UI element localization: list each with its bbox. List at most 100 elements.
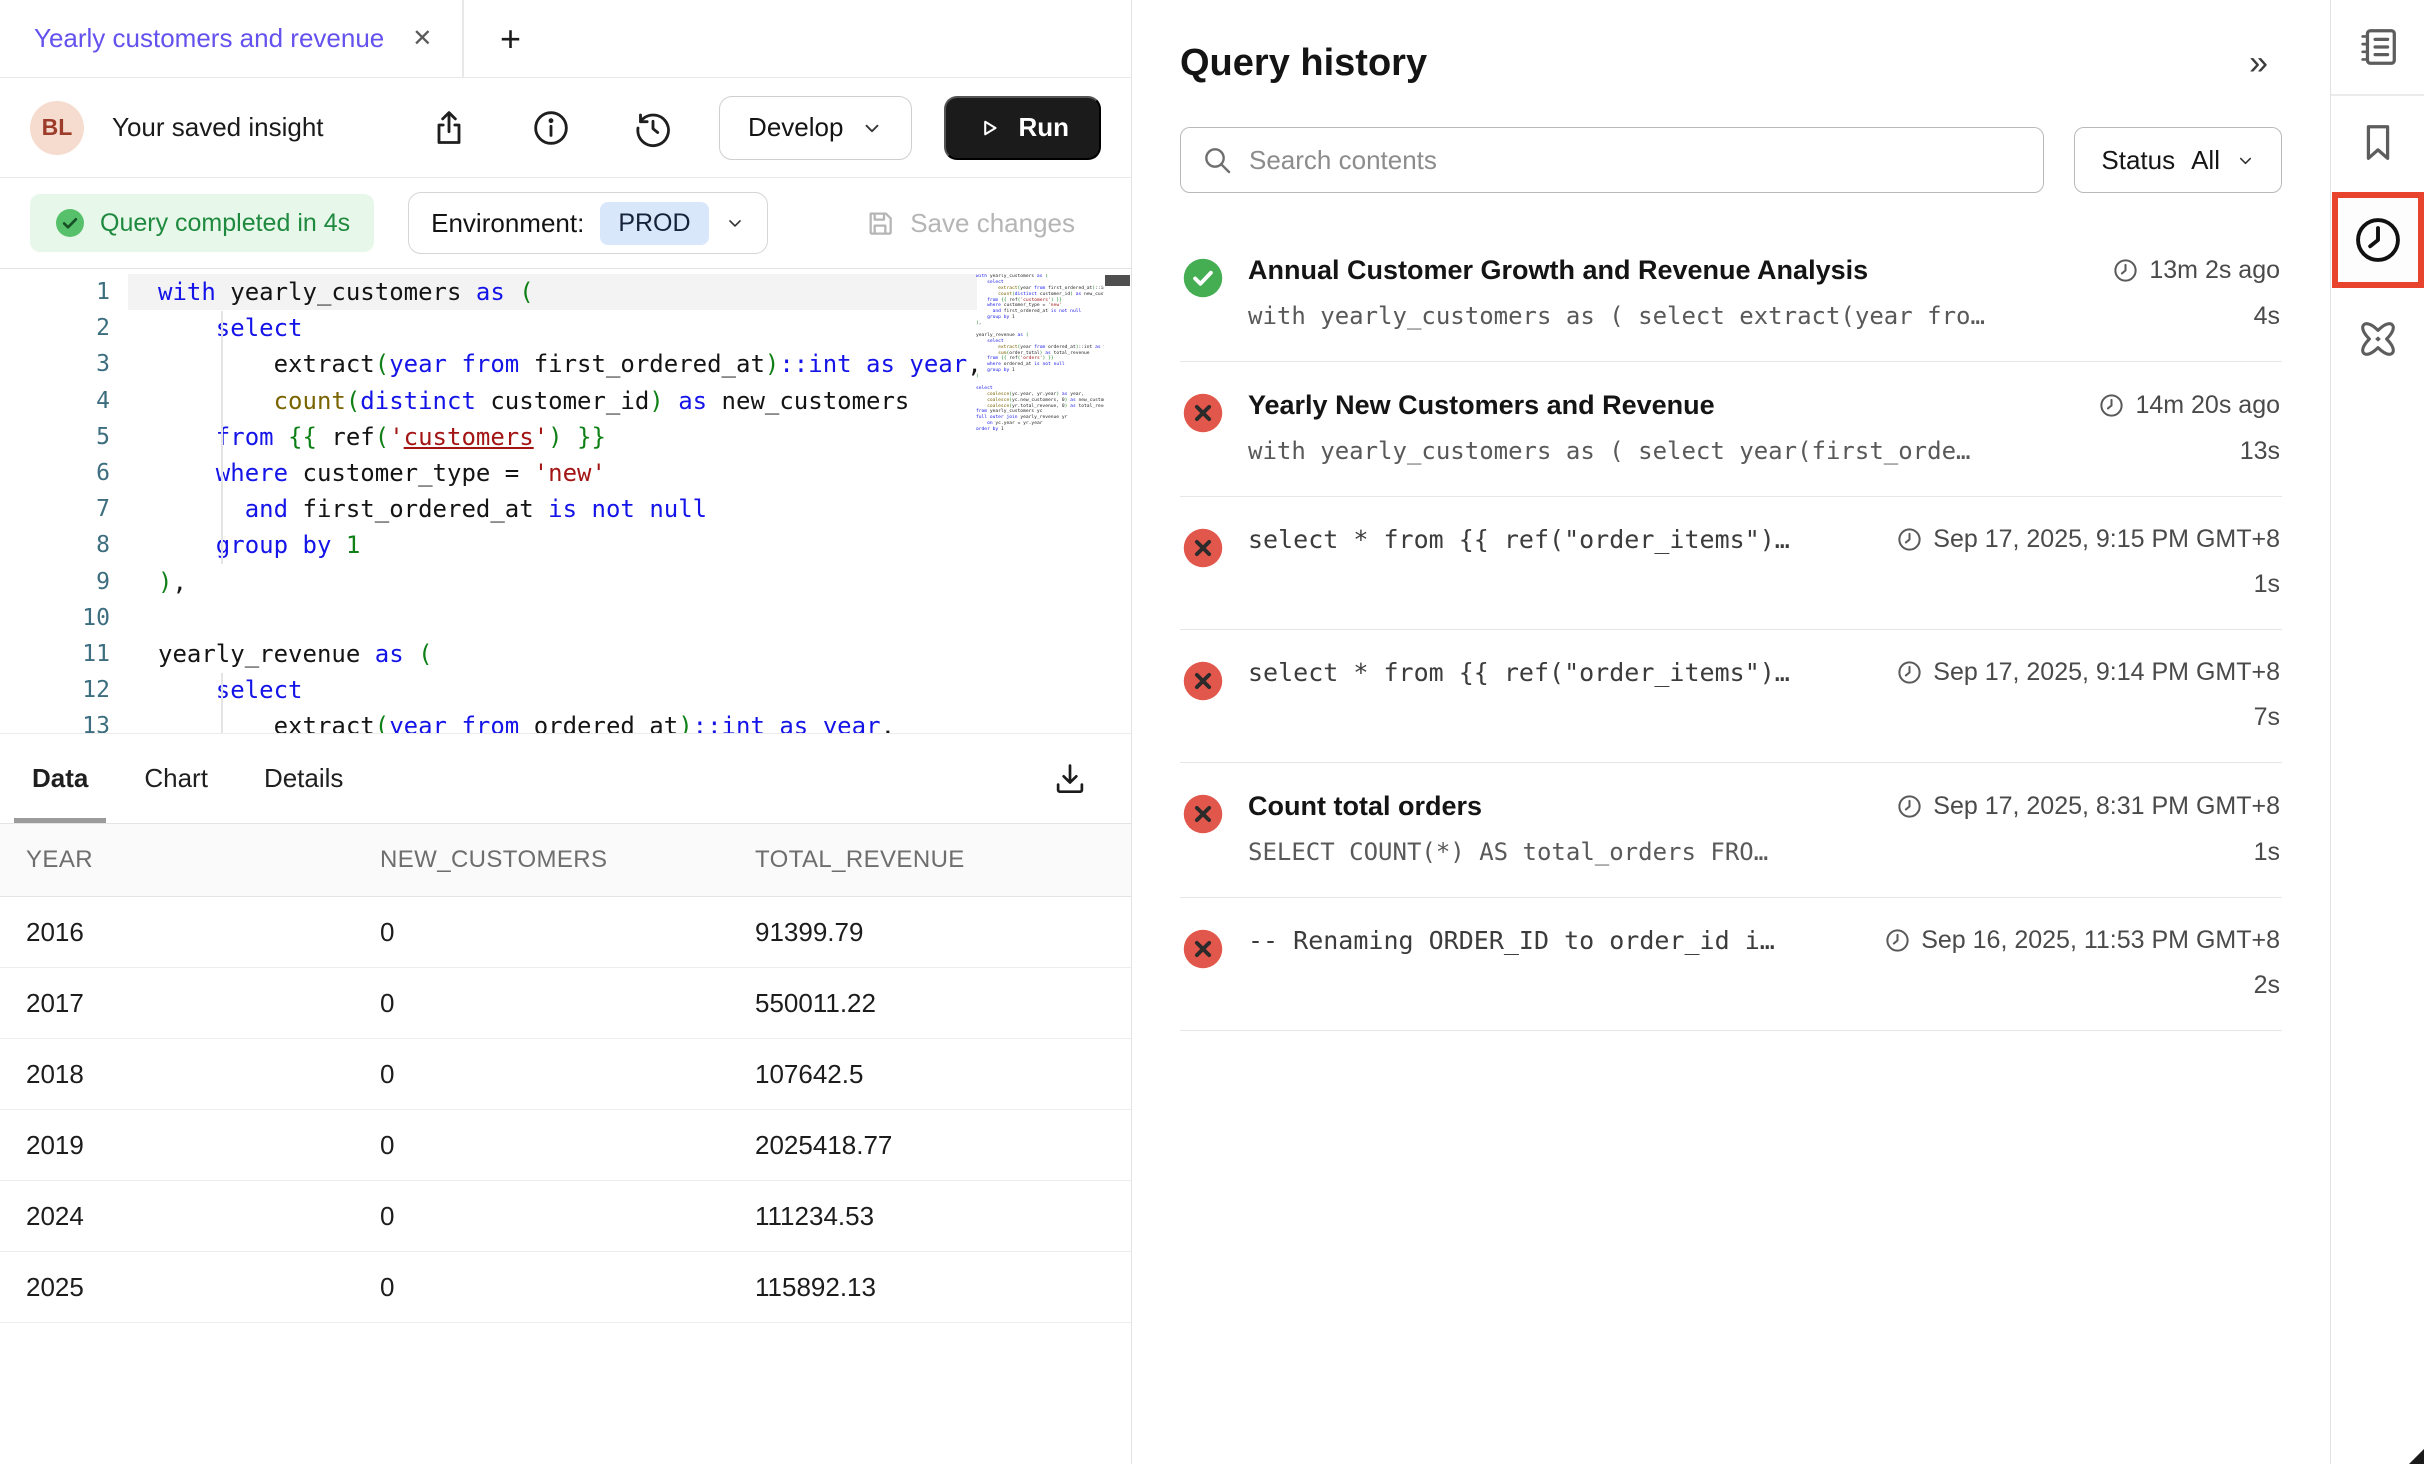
history-item[interactable]: Yearly New Customers and Revenue 14m 20s … [1180, 362, 2282, 497]
table-cell: 0 [380, 1110, 755, 1181]
table-cell: 91399.79 [755, 897, 1131, 968]
minimap-content[interactable]: with yearly_customers as ( select extrac… [976, 274, 1104, 733]
error-status-icon [1182, 793, 1224, 835]
code-line[interactable]: 13 extract(year from ordered_at)::int as… [0, 708, 977, 733]
code-line[interactable]: 11 yearly_revenue as ( [0, 636, 977, 672]
code-line[interactable]: 6 where customer_type = 'new' [0, 455, 977, 491]
line-number: 8 [0, 532, 110, 558]
history-filters: Status All [1180, 127, 2282, 193]
code-text: select [158, 314, 303, 342]
query-history-clock-icon[interactable] [2352, 214, 2404, 266]
editor-scrollbar-thumb[interactable] [1105, 275, 1130, 286]
history-item-meta: Sep 17, 2025, 8:31 PM GMT+8 [1896, 792, 2280, 821]
insight-toolbar: BL Your saved insight Develop Run [0, 78, 1131, 178]
code-text: select [158, 676, 303, 704]
tab-details[interactable]: Details [264, 734, 343, 823]
history-item-time: Sep 17, 2025, 8:31 PM GMT+8 [1933, 792, 2280, 821]
history-item[interactable]: Count total ordersSep 17, 2025, 8:31 PM … [1180, 763, 2282, 898]
environment-selector[interactable]: Environment: PROD [408, 192, 767, 254]
table-row[interactable]: 20180107642.5 [0, 1039, 1131, 1110]
table-row[interactable]: 20240111234.53 [0, 1181, 1131, 1252]
line-number: 13 [0, 713, 110, 733]
code-line[interactable]: 8 group by 1 [0, 527, 977, 563]
history-item-title: Yearly New Customers and Revenue [1248, 390, 2074, 421]
develop-button[interactable]: Develop [719, 96, 912, 160]
run-button[interactable]: Run [944, 96, 1101, 160]
line-number: 3 [0, 351, 110, 377]
column-header: TOTAL_REVENUE [755, 824, 1131, 897]
avatar: BL [30, 101, 84, 155]
editor-panel: Yearly customers and revenue ✕ + BL Your… [0, 0, 1132, 1464]
table-cell: 2016 [0, 897, 380, 968]
app-window: Yearly customers and revenue ✕ + BL Your… [0, 0, 2424, 1464]
history-item-row1: select * from {{ ref("order_items")… Sep … [1248, 525, 2280, 554]
code-line[interactable]: 12 select [0, 672, 977, 708]
history-item-row2: with yearly_customers as ( select extrac… [1248, 302, 2280, 331]
bookmark-icon[interactable] [2355, 120, 2401, 166]
code-line[interactable]: 4 count(distinct customer_id) as new_cus… [0, 383, 977, 419]
history-item[interactable]: -- Renaming ORDER_ID to order_id i…Sep 1… [1180, 898, 2282, 1031]
info-icon[interactable] [531, 108, 571, 148]
code-line[interactable]: 3 extract(year from first_ordered_at)::i… [0, 346, 977, 382]
history-item-row1: Annual Customer Growth and Revenue Analy… [1248, 255, 2280, 286]
save-changes-button[interactable]: Save changes [864, 207, 1075, 239]
explore-compass-icon[interactable] [2355, 316, 2401, 362]
search-box[interactable] [1180, 127, 2044, 193]
table-row[interactable]: 2016091399.79 [0, 897, 1131, 968]
clock-icon [2098, 392, 2125, 419]
tab-close-icon[interactable]: ✕ [412, 27, 432, 51]
code-line[interactable]: 7 and first_ordered_at is not null [0, 491, 977, 527]
collapse-panel-icon[interactable]: » [2249, 44, 2282, 83]
download-icon[interactable] [1051, 760, 1089, 798]
code-text: yearly_revenue as ( [158, 640, 433, 668]
search-input[interactable] [1249, 145, 2023, 176]
version-history-icon[interactable] [633, 108, 673, 148]
history-item-duration: 1s [2254, 838, 2280, 867]
results-table: YEARNEW_CUSTOMERSTOTAL_REVENUE 201609139… [0, 823, 1131, 1323]
code-text: extract(year from ordered_at)::int as ye… [158, 712, 895, 733]
save-changes-label: Save changes [910, 208, 1075, 239]
history-item-row1: -- Renaming ORDER_ID to order_id i…Sep 1… [1248, 926, 2280, 955]
new-tab-button[interactable]: + [464, 0, 557, 77]
chevron-down-icon [725, 213, 745, 233]
history-item[interactable]: Annual Customer Growth and Revenue Analy… [1180, 227, 2282, 362]
table-cell: 0 [380, 1039, 755, 1110]
line-number: 11 [0, 641, 110, 667]
line-number: 9 [0, 569, 110, 595]
history-item[interactable]: select * from {{ ref("order_items")… Sep … [1180, 497, 2282, 630]
tab-yearly-customers-and-revenue[interactable]: Yearly customers and revenue ✕ [0, 0, 462, 77]
tab-bar: Yearly customers and revenue ✕ + [0, 0, 1131, 78]
history-item-duration: 4s [2254, 302, 2280, 331]
code-line[interactable]: 10 [0, 600, 977, 636]
tab-data[interactable]: Data [32, 734, 88, 823]
status-filter-dropdown[interactable]: Status All [2074, 127, 2282, 193]
share-icon[interactable] [429, 108, 469, 148]
editor-scrollbar[interactable] [1104, 269, 1131, 733]
resize-corner[interactable] [2409, 1449, 2424, 1464]
history-item-row2: SELECT COUNT(*) AS total_orders FRO…1s [1248, 838, 2280, 867]
history-item[interactable]: select * from {{ ref("order_items")…Sep … [1180, 630, 2282, 763]
table-row[interactable]: 20170550011.22 [0, 968, 1131, 1039]
code-text: from {{ ref('customers') }} [158, 423, 606, 451]
tab-chart[interactable]: Chart [144, 734, 208, 823]
history-item-time: Sep 17, 2025, 9:15 PM GMT+8 [1933, 525, 2280, 554]
code-line[interactable]: 1with yearly_customers as ( [0, 274, 977, 310]
results-tab-bar: Data Chart Details [0, 734, 1131, 823]
clock-icon [2112, 257, 2139, 284]
history-item-time: 14m 20s ago [2135, 391, 2280, 420]
tab-label: Yearly customers and revenue [34, 23, 384, 54]
notebook-icon[interactable] [2355, 24, 2401, 70]
history-item-title: select * from {{ ref("order_items")… [1248, 525, 1872, 554]
code-line[interactable]: 9), [0, 564, 977, 600]
line-number: 10 [0, 605, 110, 631]
query-status-bar: Query completed in 4s Environment: PROD … [0, 178, 1131, 268]
tab-data-label: Data [32, 763, 88, 794]
sql-editor[interactable]: 1with yearly_customers as (2 select3 ext… [0, 268, 1131, 733]
table-row[interactable]: 201902025418.77 [0, 1110, 1131, 1181]
history-item-title: -- Renaming ORDER_ID to order_id i… [1248, 926, 1860, 955]
code-line[interactable]: 5 from {{ ref('customers') }} [0, 419, 977, 455]
history-item-time: Sep 17, 2025, 9:14 PM GMT+8 [1933, 658, 2280, 687]
toolbar-icons [429, 108, 673, 148]
code-line[interactable]: 2 select [0, 310, 977, 346]
table-row[interactable]: 20250115892.13 [0, 1252, 1131, 1323]
